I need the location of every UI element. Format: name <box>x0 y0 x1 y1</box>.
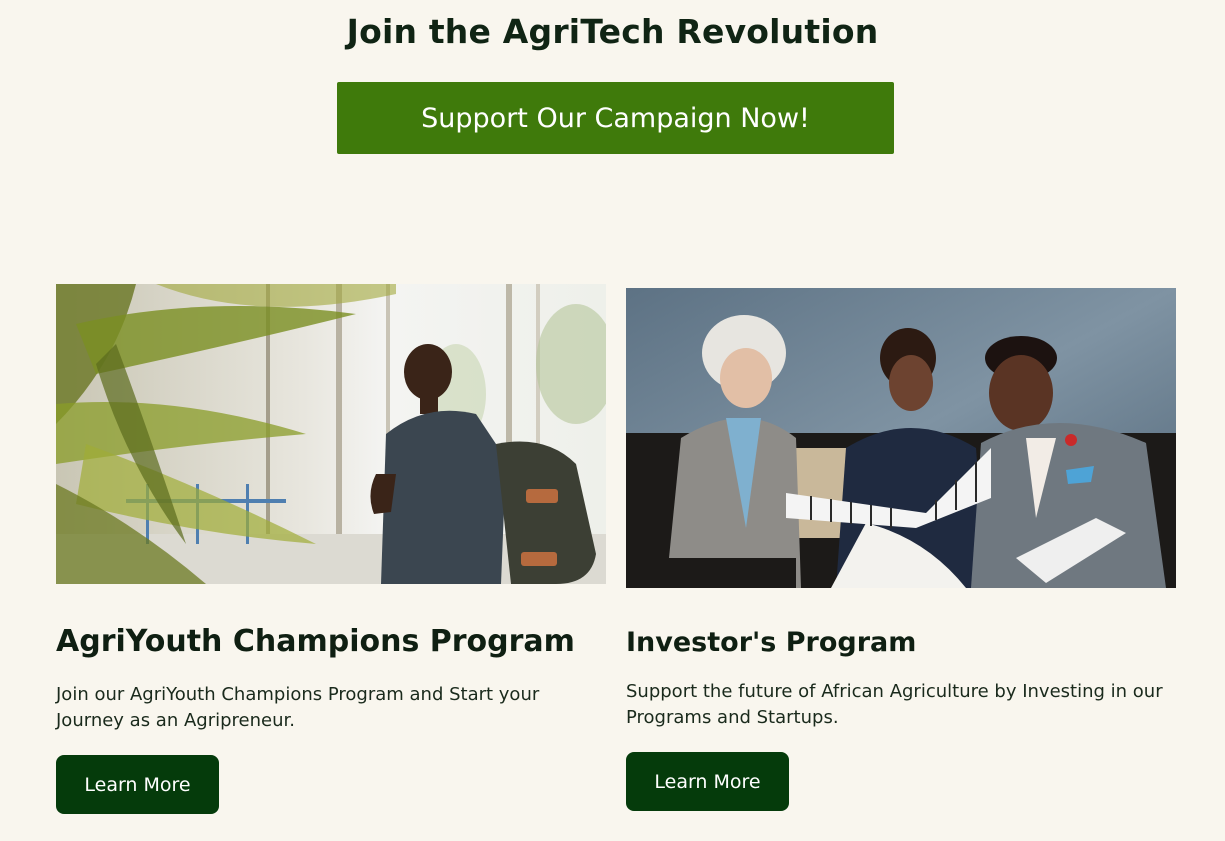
agriyouth-program-description: Join our AgriYouth Champions Program and… <box>56 684 540 731</box>
investors-meeting-photo <box>626 288 1176 588</box>
agriyouth-program-title: AgriYouth Champions Program <box>56 624 575 659</box>
page-title: Join the AgriTech Revolution <box>346 12 879 51</box>
youth-with-backpack-photo <box>56 284 606 584</box>
support-campaign-button[interactable]: Support Our Campaign Now! <box>337 82 894 154</box>
investors-program-description: Support the future of African Agricultur… <box>626 681 1163 728</box>
agriyouth-learn-more-button[interactable]: Learn More <box>56 755 219 814</box>
investors-program-title: Investor's Program <box>626 627 917 658</box>
investors-learn-more-button[interactable]: Learn More <box>626 752 789 811</box>
